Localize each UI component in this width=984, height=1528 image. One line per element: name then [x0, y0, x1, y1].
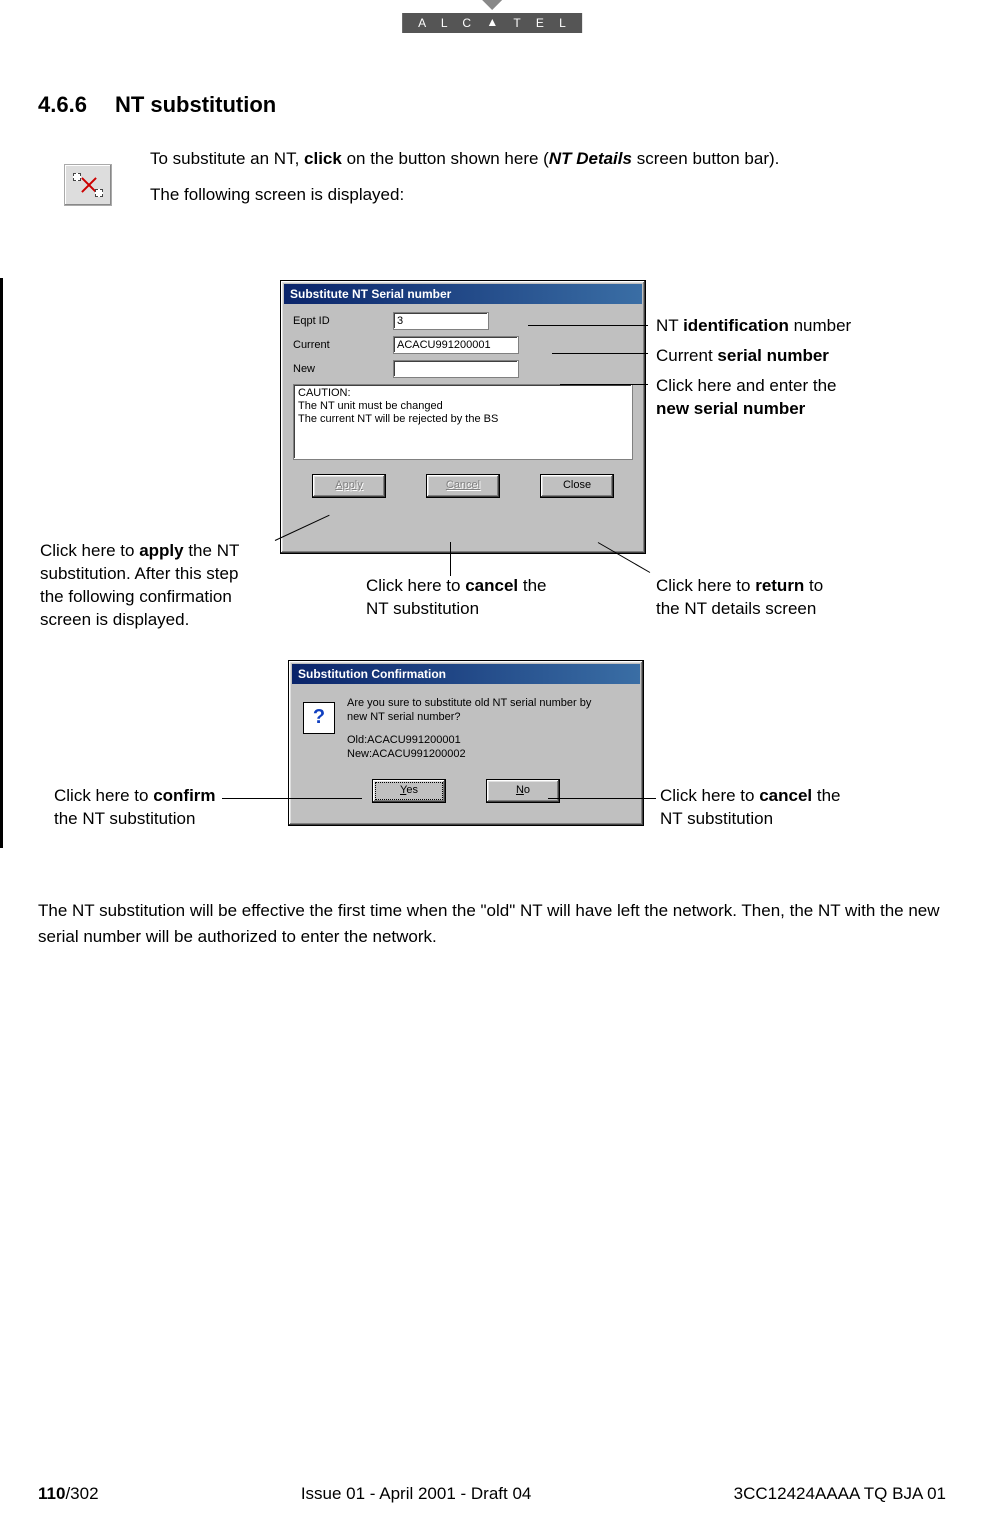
connector-line: [548, 798, 656, 799]
connector-line: [560, 384, 648, 385]
brand-logo: A L C ▲ T E L: [402, 0, 582, 33]
callout-current-serial: Current serial number: [656, 345, 829, 368]
callout-cancel: Click here to cancel the NT substitution: [366, 575, 547, 621]
callout-apply: Click here to apply the NT substitution.…: [40, 540, 270, 632]
callout-new-serial: Click here and enter the new serial numb…: [656, 375, 837, 421]
issue-info: Issue 01 - April 2001 - Draft 04: [301, 1484, 532, 1504]
connector-line: [222, 798, 362, 799]
callout-cancel-confirm: Click here to cancel the NT substitution: [660, 785, 841, 831]
brand-triangle-icon: [482, 0, 502, 10]
close-button[interactable]: Close: [540, 474, 614, 498]
callout-confirm: Click here to confirm the NT substitutio…: [54, 785, 234, 831]
yes-button[interactable]: Yes: [372, 779, 446, 803]
connector-line: [552, 353, 648, 354]
apply-button[interactable]: Apply: [312, 474, 386, 498]
page-left-rule: [0, 278, 3, 848]
toolbar-substitute-icon: [64, 164, 112, 206]
section-number: 4.6.6: [38, 92, 87, 117]
question-icon: ?: [303, 702, 335, 734]
no-button[interactable]: No: [486, 779, 560, 803]
intro-text: To substitute an NT, click on the button…: [150, 146, 910, 217]
dialog-title: Substitute NT Serial number: [284, 284, 642, 304]
doc-id: 3CC12424AAAA TQ BJA 01: [734, 1484, 946, 1504]
substitute-dialog: Substitute NT Serial number Eqpt ID 3 Cu…: [280, 280, 646, 554]
section-title: NT substitution: [115, 92, 276, 117]
connector-line: [450, 542, 451, 576]
current-label: Current: [293, 339, 393, 351]
current-serial-field[interactable]: ACACU991200001: [393, 336, 519, 354]
caution-box: CAUTION: The NT unit must be changed The…: [293, 384, 633, 460]
confirmation-dialog: Substitution Confirmation ? Are you sure…: [288, 660, 644, 826]
page-number: 110/302: [38, 1484, 99, 1504]
confirmation-text: Are you sure to substitute old NT serial…: [347, 696, 629, 761]
dialog-title: Substitution Confirmation: [292, 664, 640, 684]
section-heading: 4.6.6 NT substitution: [38, 92, 276, 118]
callout-nt-id: NT identification number: [656, 315, 851, 338]
new-serial-field[interactable]: [393, 360, 519, 378]
eqpt-id-field[interactable]: 3: [393, 312, 489, 330]
callout-close: Click here to return to the NT details s…: [656, 575, 823, 621]
eqpt-id-label: Eqpt ID: [293, 315, 393, 327]
closing-paragraph: The NT substitution will be effective th…: [38, 898, 946, 949]
connector-line: [528, 325, 648, 326]
brand-text: A L C ▲ T E L: [402, 13, 582, 33]
page-footer: 110/302 Issue 01 - April 2001 - Draft 04…: [38, 1484, 946, 1504]
cancel-button[interactable]: Cancel: [426, 474, 500, 498]
new-label: New: [293, 363, 393, 375]
